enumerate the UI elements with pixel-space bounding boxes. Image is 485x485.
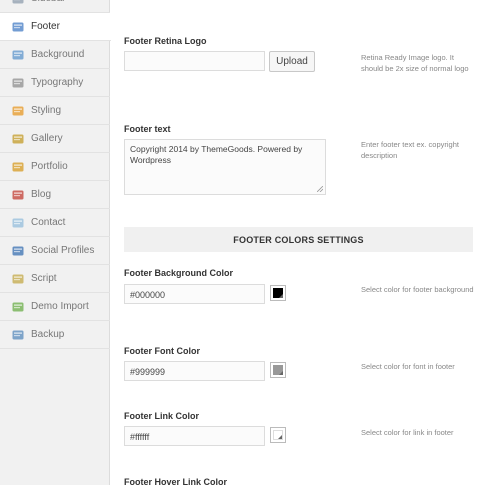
font-color-label: Footer Font Color xyxy=(124,346,200,356)
retina-logo-description: Retina Ready Image logo. It should be 2x… xyxy=(361,53,469,73)
typography-icon xyxy=(12,78,24,88)
sidebar-item-script[interactable]: Script xyxy=(0,265,110,293)
demo-import-icon xyxy=(12,302,24,312)
font-color-description: Select color for font in footer xyxy=(361,362,455,371)
bg-color-description: Select color for footer background xyxy=(361,285,474,294)
font-color-swatch-fill xyxy=(273,365,283,375)
retina-logo-input[interactable] xyxy=(124,51,265,71)
sidebar-item-label: Demo Import xyxy=(31,301,89,312)
bg-color-swatch[interactable] xyxy=(270,285,286,301)
link-color-label: Footer Link Color xyxy=(124,411,199,421)
footer-text-value: Copyright 2014 by ThemeGoods. Powered by… xyxy=(130,144,303,165)
footer-text-textarea[interactable]: Copyright 2014 by ThemeGoods. Powered by… xyxy=(124,139,326,195)
sidebar-item-label: Typography xyxy=(31,77,84,88)
sidebar-item-label: Blog xyxy=(31,189,52,200)
backup-icon xyxy=(12,330,24,340)
sidebar-item-label: Gallery xyxy=(31,133,63,144)
contact-icon xyxy=(12,218,24,228)
sidebar-icon xyxy=(12,0,24,4)
sidebar-item-contact[interactable]: Contact xyxy=(0,209,110,237)
sidebar-item-background[interactable]: Background xyxy=(0,41,110,69)
sidebar-item-portfolio[interactable]: Portfolio xyxy=(0,153,110,181)
link-color-input[interactable]: #ffffff xyxy=(124,426,265,446)
sidebar-item-label: Sidebar xyxy=(31,0,65,4)
sidebar-item-social-profiles[interactable]: Social Profiles xyxy=(0,237,110,265)
background-icon xyxy=(12,50,24,60)
resize-handle-icon[interactable] xyxy=(317,186,323,192)
link-color-swatch-fill xyxy=(273,430,283,440)
main-panel: Footer Retina Logo Upload Retina Ready I… xyxy=(111,0,485,485)
font-color-swatch[interactable] xyxy=(270,362,286,378)
sidebar-item-footer[interactable]: Footer xyxy=(0,13,111,41)
portfolio-icon xyxy=(12,162,24,172)
sidebar-item-blog[interactable]: Blog xyxy=(0,181,110,209)
sidebar-item-styling[interactable]: Styling xyxy=(0,97,110,125)
sidebar-item-label: Contact xyxy=(31,217,66,228)
link-color-swatch[interactable] xyxy=(270,427,286,443)
gallery-icon xyxy=(12,134,24,144)
footer-icon xyxy=(12,22,24,32)
sidebar-item-label: Script xyxy=(31,273,57,284)
link-color-description: Select color for link in footer xyxy=(361,428,454,437)
sidebar-item-backup[interactable]: Backup xyxy=(0,321,110,349)
hover-link-color-label: Footer Hover Link Color xyxy=(124,477,228,485)
bg-color-label: Footer Background Color xyxy=(124,268,234,278)
font-color-input[interactable]: #999999 xyxy=(124,361,265,381)
bg-color-input[interactable]: #000000 xyxy=(124,284,265,304)
sidebar-item-label: Styling xyxy=(31,105,62,116)
sidebar-item-typography[interactable]: Typography xyxy=(0,69,110,97)
styling-icon xyxy=(12,106,24,116)
footer-colors-section-header: FOOTER COLORS SETTINGS xyxy=(124,227,473,252)
sidebar-item-label: Social Profiles xyxy=(31,245,95,256)
retina-logo-label: Footer Retina Logo xyxy=(124,36,207,46)
social-profiles-icon xyxy=(12,246,24,256)
upload-button[interactable]: Upload xyxy=(269,51,315,72)
footer-text-label: Footer text xyxy=(124,124,171,134)
sidebar-item-label: Footer xyxy=(31,21,60,32)
sidebar-item-label: Backup xyxy=(31,329,65,340)
script-icon xyxy=(12,274,24,284)
sidebar-item-demo-import[interactable]: Demo Import xyxy=(0,293,110,321)
footer-text-description: Enter footer text ex. copyright descript… xyxy=(361,140,459,160)
sidebar-item-label: Background xyxy=(31,49,85,60)
sidebar-item-sidebar[interactable]: Sidebar xyxy=(0,0,110,13)
bg-color-swatch-fill xyxy=(273,288,283,298)
blog-icon xyxy=(12,190,24,200)
options-sidebar: Sidebar Footer Background Typography Styling… xyxy=(0,0,111,485)
sidebar-item-gallery[interactable]: Gallery xyxy=(0,125,110,153)
sidebar-item-label: Portfolio xyxy=(31,161,68,172)
